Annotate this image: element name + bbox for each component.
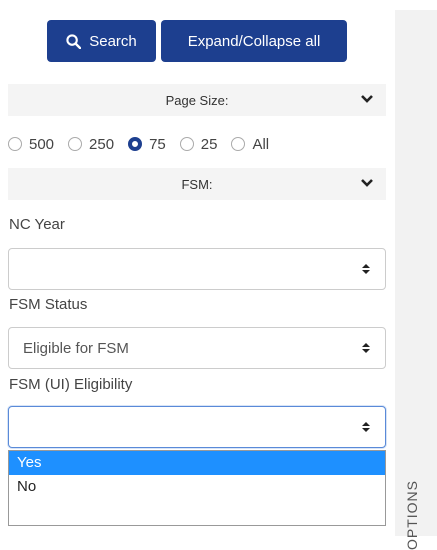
dropdown-option-yes[interactable]: Yes — [9, 451, 385, 475]
radio-label: 75 — [149, 135, 166, 153]
options-panel-label[interactable]: OPTIONS — [404, 480, 420, 550]
chevron-down-icon — [361, 179, 373, 187]
fsm-section-title: FSM: — [181, 176, 213, 192]
fsm-status-value: Eligible for FSM — [23, 339, 129, 357]
radio-button[interactable] — [231, 137, 246, 151]
search-icon — [66, 33, 82, 49]
options-side-panel[interactable] — [395, 10, 437, 536]
radio-label: 25 — [200, 135, 218, 153]
search-button-label: Search — [89, 32, 137, 50]
radio-button[interactable] — [179, 137, 194, 151]
fsm-ui-eligibility-dropdown: Yes No — [8, 450, 386, 526]
select-arrows-icon — [362, 422, 370, 432]
nc-year-label: NC Year — [9, 216, 65, 233]
radio-button[interactable] — [68, 137, 83, 151]
fsm-ui-eligibility-label: FSM (UI) Eligibility — [9, 376, 133, 393]
page-size-section-header[interactable]: Page Size: — [8, 84, 386, 116]
fsm-ui-eligibility-select[interactable] — [8, 406, 386, 448]
nc-year-select[interactable] — [8, 248, 386, 290]
radio-option-250[interactable]: 250 — [68, 136, 114, 153]
radio-option-25[interactable]: 25 — [179, 135, 218, 153]
select-arrows-icon — [362, 264, 370, 274]
search-button[interactable]: Search — [47, 20, 156, 62]
dropdown-option-no[interactable]: No — [9, 475, 385, 499]
page-size-title: Page Size: — [165, 92, 229, 108]
fsm-status-select[interactable]: Eligible for FSM — [8, 327, 386, 369]
radio-button[interactable] — [8, 137, 22, 151]
radio-option-75[interactable]: 75 — [128, 136, 166, 153]
radio-label: 500 — [29, 135, 55, 153]
expand-collapse-button[interactable]: Expand/Collapse all — [161, 20, 347, 62]
radio-button-selected[interactable] — [128, 137, 143, 151]
chevron-down-icon — [361, 95, 373, 103]
expand-collapse-label: Expand/Collapse all — [187, 32, 321, 50]
radio-label: 250 — [89, 135, 115, 153]
fsm-section-header[interactable]: FSM: — [8, 168, 386, 200]
fsm-status-label: FSM Status — [9, 296, 88, 313]
radio-option-500[interactable]: 500 — [8, 136, 54, 153]
page-size-radio-group: 500 250 75 25 All — [8, 132, 283, 156]
radio-option-all[interactable]: All — [231, 136, 269, 153]
radio-label: All — [252, 135, 270, 153]
select-arrows-icon — [362, 343, 370, 353]
